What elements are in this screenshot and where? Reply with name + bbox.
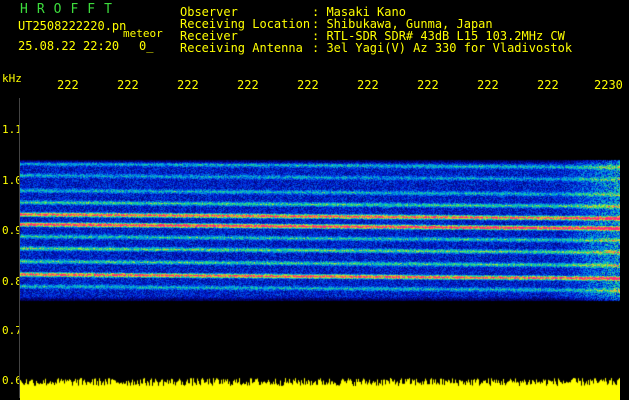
x-tick-label: 222 xyxy=(117,78,139,92)
x-tick-label: 222 xyxy=(417,78,439,92)
station-name: HROFFT xyxy=(20,2,121,17)
x-tick-label: 222 xyxy=(177,78,199,92)
meteor-counter: 0_ xyxy=(139,39,154,53)
x-tick-label: 222 xyxy=(477,78,499,92)
x-tick-label: 222 xyxy=(297,78,319,92)
x-tick-label: 222 xyxy=(57,78,79,92)
x-tick-label: 222 xyxy=(237,78,259,92)
spectrogram-canvas xyxy=(20,98,620,400)
mode-label: meteor xyxy=(123,27,163,40)
antenna-value: : 3el Yagi(V) Az 330 for Vladivostok xyxy=(312,41,573,55)
x-tick-label: 2230 xyxy=(594,78,623,92)
antenna-label: Receiving Antenna xyxy=(180,41,303,55)
x-tick-label: 222 xyxy=(357,78,379,92)
y-axis-unit: kHz xyxy=(2,72,22,85)
file-name: UT2508222220.pn xyxy=(18,19,127,33)
date-time: 25.08.22 22:20 xyxy=(18,39,120,53)
x-tick-label: 222 xyxy=(537,78,559,92)
